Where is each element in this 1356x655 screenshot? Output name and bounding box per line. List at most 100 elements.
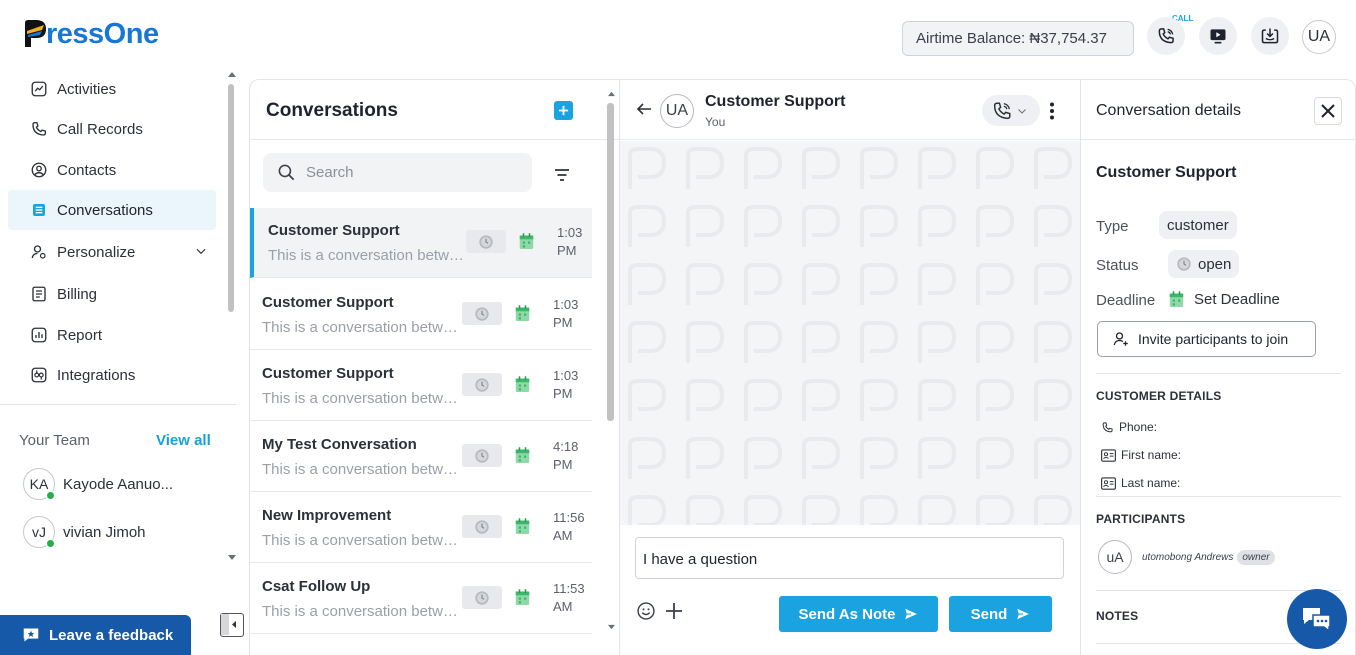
chat-bubbles-icon	[1303, 608, 1331, 633]
clock-icon	[1177, 257, 1191, 271]
status-clock-icon[interactable]	[462, 302, 502, 325]
conversation-time: 1:03 PM	[557, 225, 583, 258]
conversation-time: 4:18 PM	[553, 439, 579, 472]
team-member[interactable]: vJ vivian Jimoh	[23, 516, 146, 548]
attach-plus-icon[interactable]	[664, 601, 684, 621]
view-all-link[interactable]: View all	[156, 432, 211, 449]
collapse-sidebar-button[interactable]	[220, 613, 244, 637]
sidebar-divider	[0, 404, 236, 405]
billing-icon	[30, 285, 48, 303]
message-input[interactable]: I have a question	[635, 537, 1064, 579]
conversations-scrollbar[interactable]	[607, 103, 614, 421]
conversation-row[interactable]: Csat Follow Up This is a conversation bet…	[250, 564, 592, 634]
calendar-icon[interactable]	[515, 376, 530, 393]
calendar-icon[interactable]	[515, 447, 530, 464]
back-arrow-icon[interactable]	[636, 102, 652, 116]
conversations-panel: Conversations Search Customer Support Thi…	[249, 79, 619, 655]
conversation-name: Csat Follow Up	[262, 578, 371, 595]
participant-item[interactable]: uA utomobong Andrews owner	[1098, 540, 1275, 574]
logo-text: ressOne	[46, 17, 159, 50]
send-as-note-button[interactable]: Send As Note	[779, 596, 938, 632]
close-details-button[interactable]	[1314, 97, 1342, 125]
activity-icon	[30, 80, 48, 98]
scroll-down-icon[interactable]	[227, 554, 237, 562]
sidebar-item-conversations[interactable]: Conversations	[8, 190, 216, 230]
phone-icon	[1102, 421, 1113, 432]
chat-subtitle: You	[705, 115, 726, 129]
conversation-row[interactable]: My Test Conversation This is a conversati…	[250, 422, 592, 492]
status-clock-icon[interactable]	[462, 444, 502, 467]
sidebar-item-label: Personalize	[57, 243, 136, 261]
sidebar-item-label: Activities	[57, 80, 117, 98]
id-card-icon	[1101, 448, 1116, 462]
phone-icon	[1158, 28, 1174, 44]
deadline-label: Deadline	[1096, 292, 1156, 309]
team-member[interactable]: KA Kayode Aanuo...	[23, 468, 173, 500]
chat-name: Customer Support	[705, 93, 846, 110]
divider	[1096, 373, 1341, 374]
leave-feedback-button[interactable]: Leave a feedback	[0, 615, 191, 655]
conversation-row[interactable]: Customer Support This is a conversation b…	[250, 280, 592, 350]
sidebar-item-activities[interactable]: Activities	[8, 69, 216, 109]
type-badge: customer	[1159, 211, 1237, 239]
calendar-icon[interactable]	[519, 233, 534, 250]
sidebar-item-call-records[interactable]: Call Records	[8, 109, 216, 149]
calendar-icon[interactable]	[515, 518, 530, 535]
conversation-preview: This is a conversation between...	[262, 319, 458, 336]
more-options-icon[interactable]	[1049, 102, 1055, 120]
conversation-row[interactable]: New Improvement This is a conversation be…	[250, 493, 592, 563]
call-button[interactable]	[1147, 17, 1185, 55]
scroll-up-icon[interactable]	[607, 90, 616, 97]
personalize-icon	[30, 243, 48, 261]
sidebar-item-integrations[interactable]: Integrations	[8, 355, 216, 395]
sidebar-item-billing[interactable]: Billing	[8, 274, 216, 314]
status-clock-icon[interactable]	[466, 230, 506, 253]
conversation-name: Customer Support	[268, 222, 400, 239]
type-label: Type	[1096, 218, 1129, 235]
conversation-preview: This is a conversation between...	[268, 247, 464, 264]
calendar-icon[interactable]	[515, 305, 530, 322]
status-clock-icon[interactable]	[462, 373, 502, 396]
chat-header: UA Customer Support You	[620, 80, 1080, 140]
send-button[interactable]: Send	[949, 596, 1052, 632]
chevron-down-icon	[1018, 108, 1026, 114]
filter-icon[interactable]	[554, 168, 570, 182]
calendar-icon[interactable]	[515, 589, 530, 606]
set-deadline-button[interactable]: Set Deadline	[1169, 291, 1280, 308]
scroll-down-icon[interactable]	[607, 624, 616, 631]
status-clock-icon[interactable]	[462, 586, 502, 609]
conversations-icon	[30, 201, 48, 219]
status-badge[interactable]: open	[1168, 250, 1240, 278]
video-tutorial-button[interactable]	[1199, 17, 1237, 55]
invite-participants-button[interactable]: Invite participants to join	[1097, 321, 1316, 357]
user-avatar[interactable]: UA	[1302, 20, 1336, 54]
close-icon	[1321, 104, 1335, 118]
chat-call-dropdown[interactable]	[982, 95, 1040, 126]
conversation-row[interactable]: Customer Support This is a conversation b…	[250, 208, 592, 278]
chevron-down-icon[interactable]	[194, 244, 208, 258]
conversation-name: My Test Conversation	[262, 436, 417, 453]
sidebar-item-report[interactable]: Report	[8, 315, 216, 355]
member-name: Kayode Aanuo...	[63, 475, 174, 493]
chat-background-pattern	[620, 141, 1080, 525]
live-chat-button[interactable]	[1287, 589, 1347, 649]
conversation-details-panel: Conversation details Customer Support Ty…	[1080, 79, 1356, 655]
download-button[interactable]	[1251, 17, 1289, 55]
sidebar-scrollbar[interactable]	[228, 84, 234, 312]
pressone-logo[interactable]: ressOne	[22, 14, 159, 54]
team-title: Your Team	[19, 432, 90, 449]
emoji-icon[interactable]	[636, 601, 656, 621]
conversation-row[interactable]: Customer Support This is a conversation b…	[250, 351, 592, 421]
status-label: Status	[1096, 257, 1139, 274]
conversation-time: 11:53 AM	[553, 581, 585, 614]
status-clock-icon[interactable]	[462, 515, 502, 538]
sidebar-item-contacts[interactable]: Contacts	[8, 150, 216, 190]
phone-icon	[993, 101, 1011, 119]
new-conversation-button[interactable]	[554, 101, 573, 120]
scroll-up-icon[interactable]	[227, 70, 237, 78]
chat-panel: UA Customer Support You I have a questio…	[619, 79, 1080, 655]
sidebar-item-personalize[interactable]: Personalize	[8, 232, 216, 272]
participants-heading: PARTICIPANTS	[1096, 512, 1186, 526]
member-avatar: vJ	[23, 516, 55, 548]
search-input[interactable]: Search	[263, 153, 532, 192]
